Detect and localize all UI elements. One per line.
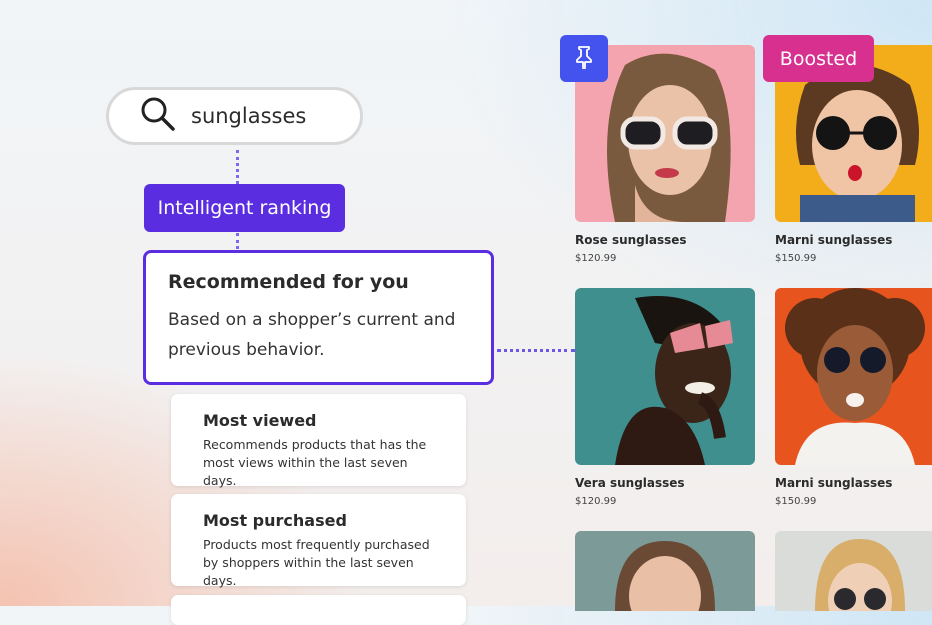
connector-dots: [497, 349, 575, 352]
product-image-partial-1[interactable]: [575, 531, 755, 611]
pin-button[interactable]: [560, 35, 608, 82]
search-bar[interactable]: sunglasses: [106, 87, 363, 145]
search-icon: [139, 95, 177, 137]
product-name[interactable]: Rose sunglasses: [575, 233, 687, 247]
recommended-description: Based on a shopper’s current and previou…: [168, 310, 456, 360]
pin-icon: [573, 45, 595, 73]
product-price: $150.99: [775, 496, 817, 507]
connector-dots: [236, 150, 239, 184]
recommended-title: Recommended for you: [168, 271, 409, 293]
strategy-card-most-viewed[interactable]: Most viewed Recommends products that has…: [171, 394, 466, 488]
strategy-description: Recommends products that has the most vi…: [203, 437, 427, 488]
product-image-marni-2[interactable]: [775, 288, 932, 465]
product-price: $150.99: [775, 253, 817, 264]
boosted-badge: Boosted: [763, 35, 874, 82]
connector-dots: [236, 233, 239, 249]
product-name[interactable]: Marni sunglasses: [775, 476, 892, 490]
recommended-card[interactable]: Recommended for you Based on a shopper’s…: [143, 250, 494, 385]
strategy-description: Products most frequently purchased by sh…: [203, 537, 430, 588]
search-query[interactable]: sunglasses: [191, 104, 306, 128]
product-name[interactable]: Marni sunglasses: [775, 233, 892, 247]
product-image-vera[interactable]: [575, 288, 755, 465]
strategy-title: Most viewed: [203, 411, 317, 430]
product-price: $120.99: [575, 496, 617, 507]
strategy-card-partial[interactable]: [171, 595, 466, 625]
product-price: $120.99: [575, 253, 617, 264]
product-name[interactable]: Vera sunglasses: [575, 476, 685, 490]
intelligent-ranking-label: Intelligent ranking: [144, 184, 345, 232]
product-image-partial-2[interactable]: [775, 531, 932, 611]
strategy-title: Most purchased: [203, 511, 347, 530]
strategy-card-most-purchased[interactable]: Most purchased Products most frequently …: [171, 494, 466, 588]
